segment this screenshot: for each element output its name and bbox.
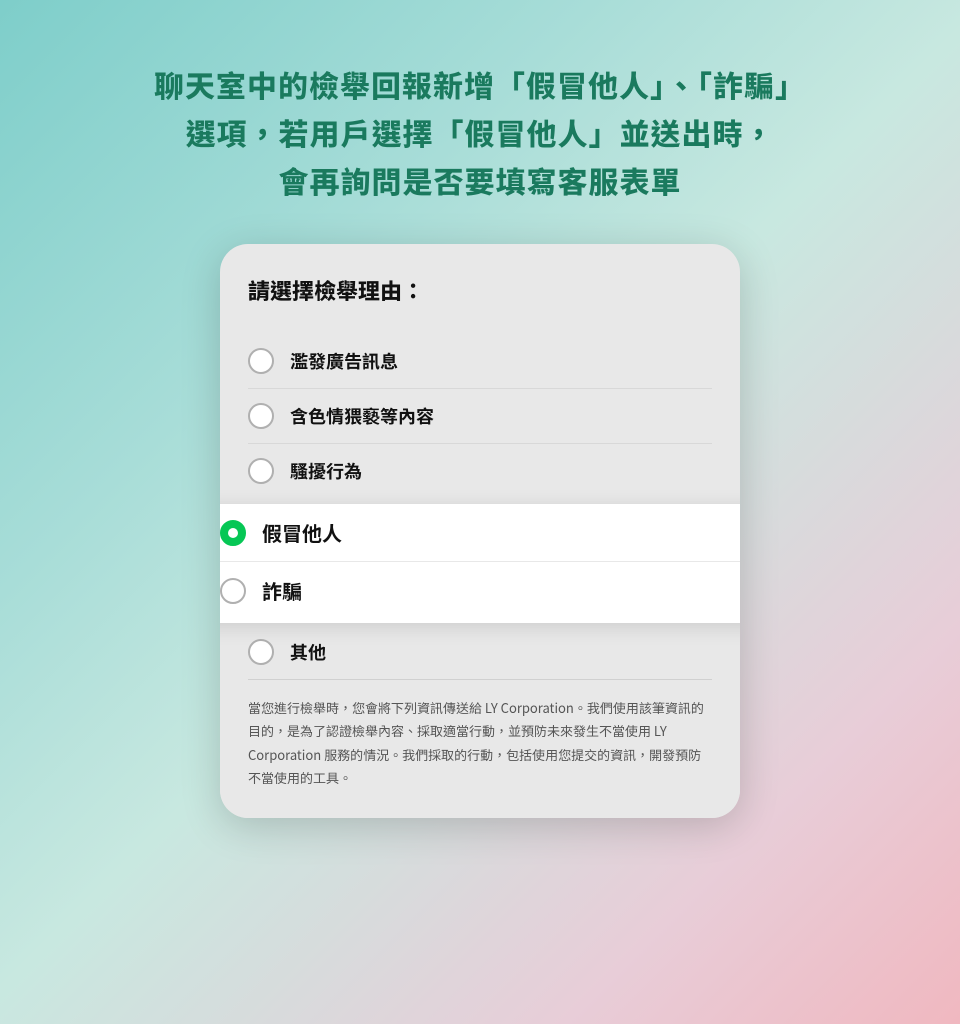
option-label-impersonate: 假冒他人 (262, 518, 342, 547)
radio-adult[interactable] (248, 403, 274, 429)
radio-impersonate[interactable] (220, 520, 246, 546)
radio-other[interactable] (248, 639, 274, 665)
radio-spam[interactable] (248, 348, 274, 374)
headline-line1: 聊天室中的檢舉回報新增「假冒他人」、「詐騙」 (154, 62, 806, 106)
headline-text: 聊天室中的檢舉回報新增「假冒他人」、「詐騙」 選項，若用戶選擇「假冒他人」並送出… (154, 60, 806, 204)
option-spam[interactable]: 濫發廣告訊息 (248, 334, 712, 389)
phone-inner: 請選擇檢舉理由： 濫發廣告訊息 含色情猥褻等內容 騷擾行為 (220, 244, 740, 504)
option-other[interactable]: 其他 (248, 623, 712, 680)
option-adult[interactable]: 含色情猥褻等內容 (248, 389, 712, 444)
phone-bottom: 其他 當您進行檢舉時，您會將下列資訊傳送給 LY Corporation。我們使… (220, 623, 740, 818)
phone-mockup: 請選擇檢舉理由： 濫發廣告訊息 含色情猥褻等內容 騷擾行為 假冒他人 (220, 244, 740, 818)
option-label-harass: 騷擾行為 (290, 458, 362, 484)
option-fraud[interactable]: 詐騙 (220, 562, 740, 623)
option-label-spam: 濫發廣告訊息 (290, 348, 398, 374)
option-impersonate[interactable]: 假冒他人 (220, 504, 740, 562)
headline-line2: 選項，若用戶選擇「假冒他人」並送出時， (186, 110, 775, 154)
section-title: 請選擇檢舉理由： (248, 274, 712, 306)
option-label-other: 其他 (290, 639, 326, 665)
elevated-panel: 假冒他人 詐騙 (220, 504, 740, 623)
option-harass[interactable]: 騷擾行為 (248, 444, 712, 504)
radio-fraud[interactable] (220, 578, 246, 604)
disclaimer-text: 當您進行檢舉時，您會將下列資訊傳送給 LY Corporation。我們使用該筆… (248, 680, 712, 790)
page-background: 聊天室中的檢舉回報新增「假冒他人」、「詐騙」 選項，若用戶選擇「假冒他人」並送出… (0, 0, 960, 1024)
radio-harass[interactable] (248, 458, 274, 484)
headline-line3: 會再詢問是否要填寫客服表單 (279, 158, 682, 202)
option-label-fraud: 詐騙 (262, 576, 302, 605)
option-label-adult: 含色情猥褻等內容 (290, 403, 434, 429)
